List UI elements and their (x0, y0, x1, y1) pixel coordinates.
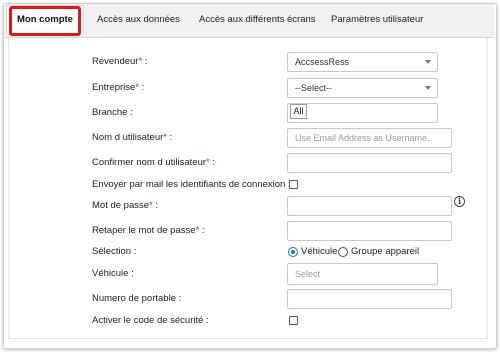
radio-vehicule-label: Véhicule (301, 246, 338, 257)
entreprise-label: Entreprise* : (92, 82, 145, 93)
active-tab-highlight (9, 6, 81, 36)
tab-acces-donnees[interactable]: Accès aux données (97, 13, 180, 27)
branche-value[interactable]: All (290, 104, 307, 119)
mobile-number-label: Numero de portable : (92, 293, 182, 304)
vehicule-label: Véhicule : (92, 268, 134, 279)
branche-field[interactable] (287, 103, 438, 123)
tab-acces-ecrans[interactable]: Accès aux différents écrans (199, 13, 316, 27)
selection-label: Sélection : (92, 246, 137, 257)
mobile-number-input[interactable] (287, 289, 452, 309)
tab-parametres-utilisateur[interactable]: Paramètres utilisateur (331, 13, 423, 27)
revendeur-label: Revendeur* : (92, 56, 148, 67)
vehicule-select[interactable]: Select (287, 263, 438, 285)
username-label: Nom d utilisateur* : (92, 132, 173, 143)
username-input[interactable]: Use Email Address as Username. (287, 128, 452, 148)
radio-vehicule[interactable] (288, 247, 298, 257)
security-code-label: Activer le code de sécurité : (92, 315, 209, 326)
send-email-checkbox[interactable] (289, 180, 298, 189)
radio-groupe-appareil[interactable] (338, 247, 348, 257)
send-email-label: Envoyer par mail les identifiants de con… (92, 179, 291, 190)
chevron-down-icon (425, 86, 431, 90)
retype-password-label: Retaper le mot de passe* : (92, 225, 205, 236)
password-input[interactable] (287, 196, 452, 216)
confirm-username-label: Confirmer nom d utilisateur* : (92, 157, 216, 168)
retype-password-input[interactable] (287, 221, 452, 241)
branche-label: Branche : (92, 107, 133, 118)
password-label: Mot de passe* : (92, 200, 159, 211)
security-code-checkbox[interactable] (289, 316, 298, 325)
chevron-down-icon (425, 60, 431, 64)
info-icon[interactable]: i (454, 196, 465, 207)
revendeur-select[interactable]: AccsessRess (287, 52, 438, 72)
confirm-username-input[interactable] (287, 153, 452, 173)
entreprise-select[interactable]: --Select-- (287, 78, 438, 98)
radio-groupe-appareil-label: Groupe appareil (351, 246, 420, 257)
